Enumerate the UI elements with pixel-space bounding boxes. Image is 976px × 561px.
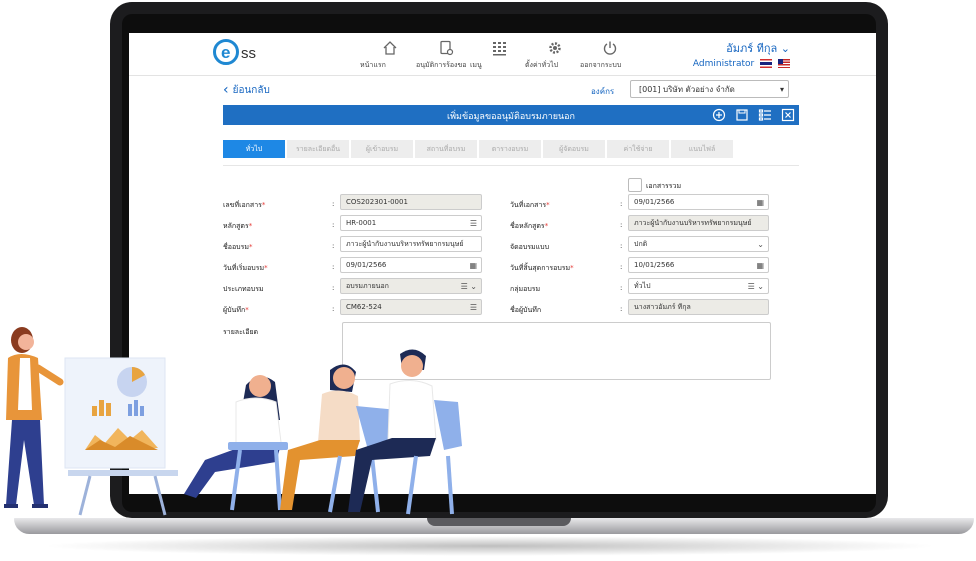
colon: : [332,200,335,208]
group-select[interactable]: ทั่วไป ☰ ⌄ [628,278,769,294]
course-name-field[interactable]: ภาวะผู้นำกับงานบริหารทรัพยากรมนุษย์ [628,215,769,231]
colon: : [620,284,623,292]
tab-other-details[interactable]: รายละเอียดอื่น [287,140,349,158]
calendar-icon[interactable]: ▦ [756,195,764,209]
training-name-label: ชื่ออบรม* [223,243,253,251]
tab-divider [223,165,799,166]
colon: : [620,200,623,208]
list-picker-icon[interactable]: ☰ [470,216,477,230]
tab-expenses[interactable]: ค่าใช้จ่าย [607,140,669,158]
tab-venue[interactable]: สถานที่อบรม [415,140,477,158]
colon: : [332,221,335,229]
doc-date-label: วันที่เอกสาร* [510,201,550,209]
nav-approve[interactable]: อนุมัติการร้องขอ [416,40,476,69]
group-label: กลุ่มอบรม [510,285,541,293]
course-field[interactable]: HR-0001 ☰ [340,215,482,231]
grid-menu-icon [493,42,506,56]
colon: : [332,284,335,292]
doc-no-field[interactable]: COS202301-0001 [340,194,482,210]
end-date-label: วันที่สิ้นสุดการอบรม* [510,264,574,272]
colon: : [620,221,623,229]
chevron-down-icon: ⌄ [780,42,790,55]
colon: : [620,242,623,250]
nav-approve-label: อนุมัติการร้องขอ [416,61,467,69]
calendar-icon[interactable]: ▦ [469,258,477,272]
seated-person-1 [184,375,288,511]
us-flag-icon[interactable] [778,59,790,68]
type-select[interactable]: อบรมภายนอก ☰ ⌄ [340,278,482,294]
tab-attachments[interactable]: แนบไฟล์ [671,140,733,158]
top-navigation-bar: e ss หน้าแรก อนุมัติการร้องขอ เมนู ตั้งค… [129,33,876,76]
home-icon [383,41,397,55]
course-label: หลักสูตร* [223,222,253,230]
group-document-checkbox[interactable] [628,178,642,192]
nav-logout[interactable]: ออกจากระบบ [580,40,640,69]
approve-document-icon [440,40,454,56]
chevron-left-icon: ‹ [223,82,229,98]
format-select[interactable]: ปกติ ⌄ [628,236,769,252]
nav-settings-label: ตั้งค่าทั่วไป [525,61,559,69]
close-icon[interactable] [781,108,795,122]
type-label: ประเภทอบรม [223,285,264,293]
format-label: จัดอบรมแบบ [510,243,550,251]
nav-logout-label: ออกจากระบบ [580,61,622,69]
chevron-down-icon: ⌄ [757,240,764,249]
org-select[interactable]: [001] บริษัท ตัวอย่าง จำกัด ▾ [630,80,789,98]
tab-organizer[interactable]: ผู้จัดอบรม [543,140,605,158]
thai-flag-icon[interactable] [760,59,773,68]
recorder-name-label: ชื่อผู้บันทึก [510,306,542,314]
calendar-icon[interactable]: ▦ [756,258,764,272]
nav-settings[interactable]: ตั้งค่าทั่วไป [525,40,585,69]
presenter-figure [4,327,64,508]
nav-home-label: หน้าแรก [360,61,386,69]
tab-schedule[interactable]: ตารางอบรม [479,140,541,158]
doc-date-field[interactable]: 09/01/2566 ▦ [628,194,769,210]
org-value: [001] บริษัท ตัวอย่าง จำกัด [639,85,735,94]
recorder-name-field[interactable]: นางสาวอัมภร์ ทีกุล [628,299,769,315]
dropdown-arrow-icon: ▾ [779,85,784,94]
colon: : [620,305,623,313]
colon: : [620,263,623,271]
tab-general[interactable]: ทั่วไป [223,140,285,158]
doc-no-label: เลขที่เอกสาร* [223,201,266,209]
user-role: Administrator [692,59,755,69]
list-icon[interactable] [758,108,772,122]
nav-home[interactable]: หน้าแรก [360,40,420,69]
colon: : [332,242,335,250]
tab-participants[interactable]: ผู้เข้าอบรม [351,140,413,158]
nav-menu-label: เมนู [470,61,482,69]
user-name: อัมภร์ ทีกุล [726,42,778,55]
presentation-board [64,357,178,516]
back-label: ย้อนกลับ [232,85,270,96]
meeting-illustration [4,327,462,516]
back-link[interactable]: ‹ ย้อนกลับ [223,82,270,98]
ess-logo[interactable]: e ss [213,39,259,69]
start-date-label: วันที่เริ่มอบรม* [223,264,268,272]
add-icon[interactable] [712,108,726,122]
end-date-field[interactable]: 10/01/2566 ▦ [628,257,769,273]
start-date-field[interactable]: 09/01/2566 ▦ [340,257,482,273]
list-chevron-icon[interactable]: ☰ ⌄ [748,279,764,293]
laptop-shadow [40,536,940,556]
colon: : [332,263,335,271]
save-icon[interactable] [735,108,749,122]
nav-menu[interactable]: เมนู [470,40,530,69]
gear-icon [549,42,561,54]
org-label: องค์กร [591,87,615,96]
power-icon [603,41,617,55]
seated-person-2 [280,364,400,513]
list-chevron-icon[interactable]: ☰ ⌄ [461,279,477,293]
group-document-label: เอกสารรวม [646,182,682,190]
form-title-bar: เพิ่มข้อมูลขออนุมัติอบรมภายนอก [223,105,799,125]
training-name-field[interactable]: ภาวะผู้นำกับงานบริหารทรัพยากรมนุษย์ [340,236,482,252]
course-name-label: ชื่อหลักสูตร* [510,222,549,230]
user-menu[interactable]: อัมภร์ ทีกุล ⌄ Administrator [693,39,790,69]
